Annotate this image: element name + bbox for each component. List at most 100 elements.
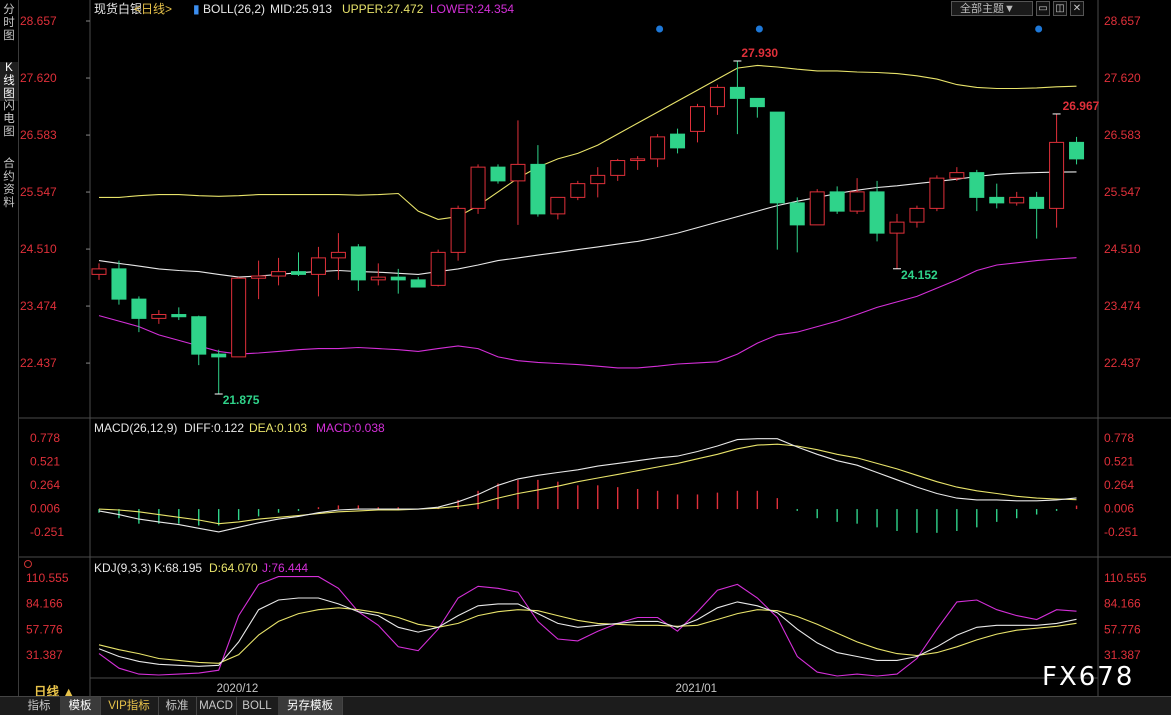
candle-body-12: [330, 251, 346, 259]
macd-tick-left-1: 0.521: [30, 454, 60, 468]
event-marker-1: [656, 25, 664, 33]
macd-tick-left-4: -0.251: [30, 525, 64, 539]
candle-body-8: [251, 275, 267, 279]
candle-body-14: [370, 276, 386, 281]
close-icon[interactable]: ✕: [1070, 1, 1084, 16]
macd-diff-line: [98, 438, 1077, 533]
time-label-0: 2020/12: [217, 683, 259, 695]
boll-upper-value: UPPER:27.472: [342, 2, 424, 16]
boll-lower-value: LOWER:24.354: [430, 2, 514, 16]
candle-body-23: [550, 196, 566, 215]
price-tick-left-5: 23.474: [20, 299, 57, 313]
kdj-tick-left-2: 57.776: [26, 622, 63, 636]
annot-high-1: 27.930: [741, 46, 778, 60]
candle-body-30: [690, 106, 705, 132]
candle-body-1: [111, 268, 127, 300]
boll-mid-value: MID:25.913: [270, 2, 332, 16]
macd-tick-right-2: 0.264: [1104, 478, 1134, 492]
event-marker-3: [1035, 25, 1043, 33]
candle-body-29: [670, 133, 686, 149]
kdj-tick-right-2: 57.776: [1104, 622, 1141, 636]
macd-tick-right-0: 0.778: [1104, 431, 1134, 445]
candle-body-45: [989, 196, 1005, 204]
candle-body-13: [350, 246, 366, 281]
candle-body-31: [709, 86, 725, 108]
market-chart[interactable]: 28.657 28.657 27.620 27.620 26.583 26.583 25.5…: [0, 0, 1171, 714]
kdj-tick-right-0: 110.555: [1104, 571, 1147, 585]
theme-dropdown[interactable]: 全部主题▼: [951, 1, 1033, 16]
price-tick-left-4: 24.510: [20, 242, 57, 256]
footer-tab-6[interactable]: 另存模板: [278, 697, 343, 715]
candle-body-4: [171, 314, 187, 318]
candle-body-11: [310, 257, 326, 275]
annot-low-1: 21.875: [223, 393, 260, 407]
price-tick-right-6: 22.437: [1104, 356, 1141, 370]
minimize-icon[interactable]: ▭: [1036, 1, 1050, 16]
candle-body-37: [829, 191, 845, 212]
sidebar-tab-1[interactable]: K线图: [0, 62, 18, 101]
candle-body-26: [610, 160, 626, 176]
macd-tick-left-3: 0.006: [30, 502, 60, 516]
kdj-tick-right-3: 31.387: [1104, 648, 1141, 662]
boll-params: BOLL(26,2): [203, 2, 265, 16]
footer-tab-2[interactable]: VIP指标: [100, 697, 159, 715]
macd-diff-value: DIFF:0.122: [184, 421, 244, 435]
candle-body-22: [530, 163, 546, 215]
price-tick-left-3: 25.547: [20, 185, 57, 199]
sidebar-tab-3[interactable]: 合约资料: [0, 158, 18, 210]
candle-body-24: [570, 183, 586, 198]
candle-body-46: [1009, 196, 1025, 204]
macd-title: MACD(26,12,9): [94, 421, 177, 435]
macd-dea-value: DEA:0.103: [249, 421, 307, 435]
macd-tick-right-1: 0.521: [1104, 454, 1134, 468]
candle-body-3: [151, 314, 167, 319]
candle-body-10: [291, 271, 306, 275]
candle-body-20: [490, 166, 506, 182]
price-tick-left-0: 28.657: [20, 14, 57, 28]
candle-body-25: [590, 174, 606, 185]
candle-body-16: [410, 279, 426, 288]
footer-tab-5[interactable]: BOLL: [236, 697, 279, 715]
price-tick-right-1: 27.620: [1104, 71, 1141, 85]
event-marker-2: [755, 25, 763, 33]
sidebar-tab-2[interactable]: 闪电图: [0, 100, 18, 139]
kdj-k-value: K:68.195: [154, 561, 202, 575]
kdj-tick-left-3: 31.387: [26, 648, 63, 662]
candle-body-40: [889, 221, 905, 234]
kdj-tick-left-1: 84.166: [26, 597, 63, 611]
macd-tick-left-2: 0.264: [30, 478, 60, 492]
candle-body-41: [909, 207, 925, 223]
settings-icon[interactable]: [24, 560, 32, 568]
kdj-tick-left-0: 110.555: [26, 571, 69, 585]
candle-body-42: [929, 177, 945, 209]
candle-body-21: [510, 163, 526, 182]
footer-tab-1[interactable]: 模板: [60, 697, 101, 715]
main-period: <日线>: [134, 2, 172, 16]
kdj-title: KDJ(9,3,3): [94, 561, 151, 575]
candle-body-9: [271, 271, 287, 277]
candle-body-38: [849, 191, 865, 212]
candle-body-18: [450, 207, 466, 253]
macd-dea-line: [98, 443, 1077, 525]
macd-tick-left-0: 0.778: [30, 431, 60, 445]
footer-tab-0[interactable]: 指标: [18, 697, 61, 715]
kdj-tick-right-1: 84.166: [1104, 597, 1141, 611]
candle-body-33: [749, 97, 765, 108]
kdj-k-line: [98, 597, 1077, 667]
footer-tab-3[interactable]: 标准: [158, 697, 197, 715]
price-tick-right-5: 23.474: [1104, 299, 1141, 313]
candle-body-27: [630, 158, 646, 162]
watermark-logo: FX678: [1042, 662, 1135, 692]
candle-body-47: [1029, 196, 1045, 209]
candle-body-49: [1069, 141, 1085, 160]
footer-tabbar: 指标 模板 VIP指标 标准 MACD BOLL 另存模板: [0, 696, 1171, 715]
sidebar-tab-0[interactable]: 分时图: [0, 4, 18, 43]
candle-body-0: [91, 268, 107, 275]
footer-tab-4[interactable]: MACD: [196, 697, 237, 715]
macd-tick-right-3: 0.006: [1104, 502, 1134, 516]
maximize-icon[interactable]: ◫: [1053, 1, 1067, 16]
macd-macd-value: MACD:0.038: [316, 421, 385, 435]
candle-body-43: [949, 172, 965, 179]
price-tick-right-3: 25.547: [1104, 185, 1141, 199]
sidebar: 分时图 K线图闪电图合约资料: [0, 0, 19, 696]
